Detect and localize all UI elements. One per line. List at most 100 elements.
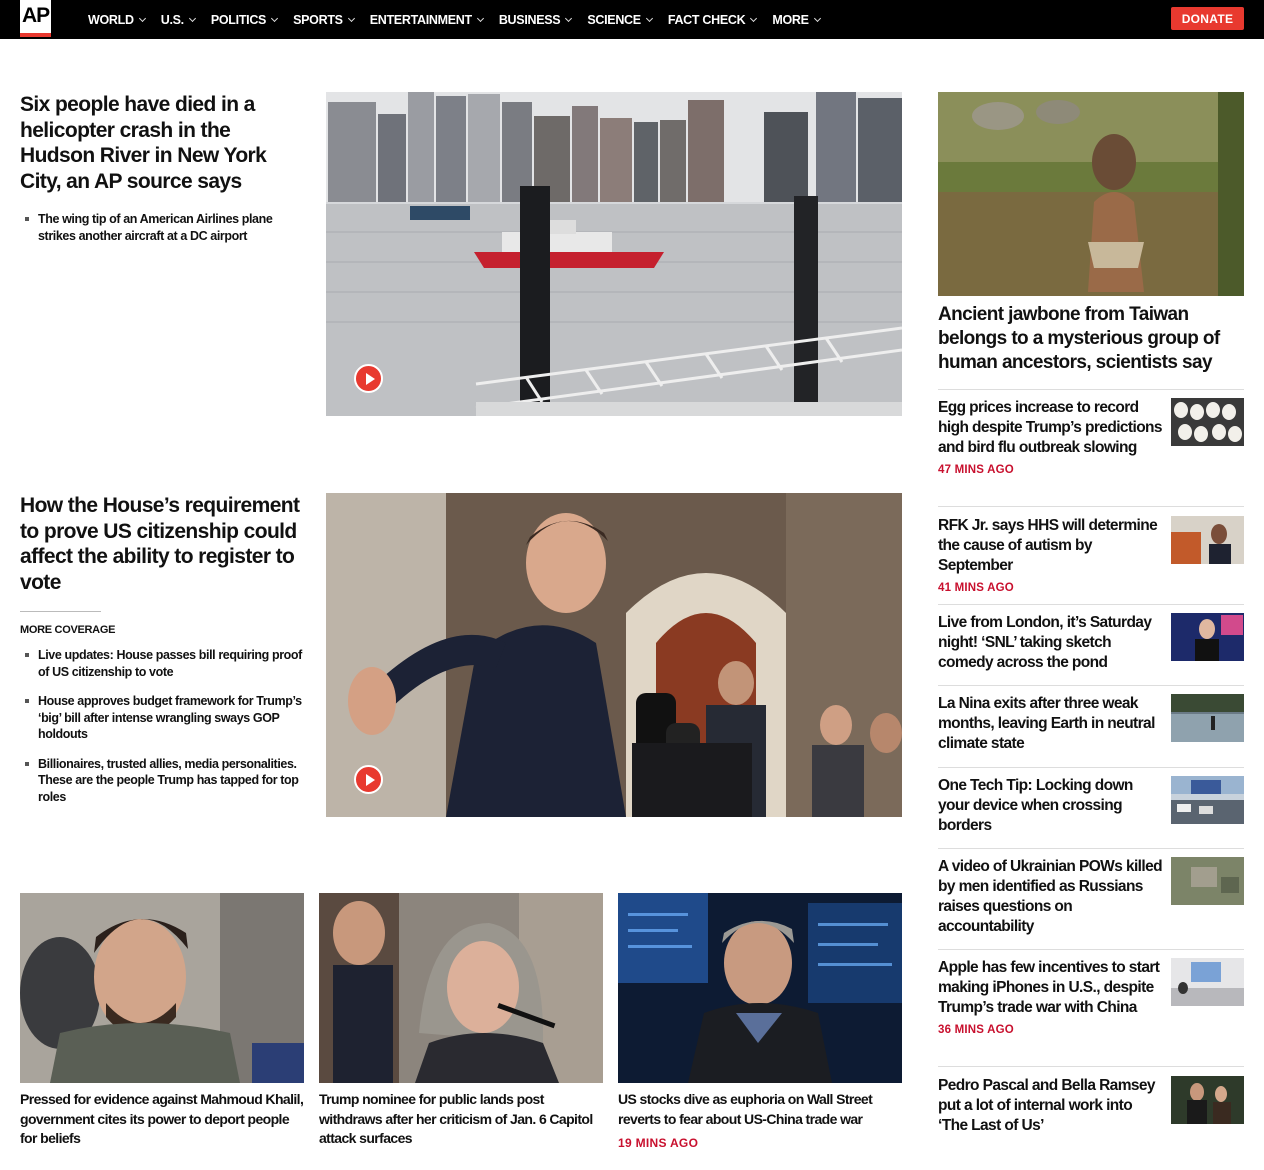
rail-headline[interactable]: A video of Ukrainian POWs killed by men … [938, 857, 1163, 937]
timestamp: 19 MINS AGO [618, 1136, 699, 1150]
play-icon[interactable] [354, 364, 383, 393]
lead-photo-house-speaker[interactable] [326, 493, 902, 817]
rail-thumbnail[interactable] [1171, 398, 1244, 446]
nav-item-more[interactable]: MORE [772, 12, 821, 27]
nav-item-label: SPORTS [293, 12, 343, 27]
nav-item-politics[interactable]: POLITICS [210, 12, 279, 27]
press-conference-image [326, 493, 902, 817]
nav-item-label: SCIENCE [587, 12, 641, 27]
lead-photo-helicopter[interactable] [326, 92, 902, 416]
chevron-down-icon [188, 14, 196, 22]
related-link[interactable]: The wing tip of an American Airlines pla… [20, 211, 305, 244]
chevron-down-icon [271, 14, 279, 22]
chevron-down-icon [565, 14, 573, 22]
logo-underline [20, 33, 51, 37]
rail-item[interactable]: RFK Jr. says HHS will determine the caus… [938, 516, 1244, 594]
nav-item-label: MORE [772, 12, 809, 27]
rail-item[interactable]: La Nina exits after three weak months, l… [938, 694, 1244, 754]
nav-item-label: BUSINESS [498, 12, 561, 27]
card-photo-nominee[interactable] [319, 893, 603, 1083]
divider [938, 506, 1244, 507]
divider [938, 604, 1244, 605]
rail-item[interactable]: Egg prices increase to record high despi… [938, 398, 1244, 476]
card-photo-stocks[interactable] [618, 893, 902, 1083]
la-nina-thumbnail-image [1171, 694, 1244, 742]
rail-headline[interactable]: Pedro Pascal and Bella Ramsey put a lot … [938, 1076, 1163, 1136]
lead-headline[interactable]: Six people have died in a helicopter cra… [20, 92, 305, 194]
nav-menu: WORLD U.S. POLITICS SPORTS ENTERTAINMENT… [88, 0, 836, 39]
card-headline[interactable]: Trump nominee for public lands post with… [319, 1090, 604, 1149]
rail-feature-headline[interactable]: Ancient jawbone from Taiwan belongs to a… [938, 303, 1238, 375]
rail-headline[interactable]: Apple has few incentives to start making… [938, 958, 1163, 1018]
timestamp: 47 MINS AGO [938, 464, 1014, 476]
hearing-image [319, 893, 603, 1083]
related-link[interactable]: Live updates: House passes bill requirin… [20, 647, 305, 680]
border-thumbnail-image [1171, 776, 1244, 824]
rail-thumbnail[interactable] [1171, 694, 1244, 742]
rail-headline[interactable]: RFK Jr. says HHS will determine the caus… [938, 516, 1163, 576]
nav-item-business[interactable]: BUSINESS [498, 12, 573, 27]
divider [938, 949, 1244, 950]
lead-headline[interactable]: How the House’s requirement to prove US … [20, 493, 305, 595]
timestamp: 36 MINS AGO [938, 1024, 1014, 1036]
rail-headline[interactable]: Live from London, it’s Saturday night! ‘… [938, 613, 1163, 673]
rail-headline[interactable]: La Nina exits after three weak months, l… [938, 694, 1163, 754]
card-photo-khalil[interactable] [20, 893, 304, 1083]
rail-headline[interactable]: Egg prices increase to record high despi… [938, 398, 1163, 458]
timestamp: 41 MINS AGO [938, 582, 1014, 594]
divider [938, 1066, 1244, 1067]
play-icon[interactable] [354, 765, 383, 794]
river-skyline-image [326, 92, 902, 416]
related-links: Live updates: House passes bill requirin… [20, 647, 305, 818]
protest-image [20, 893, 304, 1083]
nav-item-label: U.S. [160, 12, 184, 27]
donate-button[interactable]: DONATE [1171, 7, 1244, 30]
card-headline[interactable]: US stocks dive as euphoria on Wall Stree… [618, 1090, 903, 1129]
nav-item-entertainment[interactable]: ENTERTAINMENT [369, 12, 484, 27]
rail-thumbnail[interactable] [1171, 516, 1244, 564]
drone-footage-thumbnail-image [1171, 857, 1244, 905]
rail-item[interactable]: Apple has few incentives to start making… [938, 958, 1244, 1036]
rail-thumbnail[interactable] [1171, 958, 1244, 1006]
divider [20, 611, 101, 612]
logo-text: AP [22, 4, 50, 27]
nav-item-fact-check[interactable]: FACT CHECK [667, 12, 758, 27]
chevron-down-icon [813, 14, 821, 22]
apple-store-thumbnail-image [1171, 958, 1244, 1006]
rail-thumbnail[interactable] [1171, 1076, 1244, 1124]
trading-floor-image [618, 893, 902, 1083]
ap-logo[interactable]: AP [20, 0, 51, 37]
card-headline[interactable]: Pressed for evidence against Mahmoud Kha… [20, 1090, 305, 1149]
snl-thumbnail-image [1171, 613, 1244, 661]
rail-item[interactable]: A video of Ukrainian POWs killed by men … [938, 857, 1244, 937]
rail-item[interactable]: Pedro Pascal and Bella Ramsey put a lot … [938, 1076, 1244, 1136]
related-link[interactable]: House approves budget framework for Trum… [20, 693, 305, 743]
nav-item-label: WORLD [88, 12, 134, 27]
rail-item[interactable]: Live from London, it’s Saturday night! ‘… [938, 613, 1244, 673]
chevron-down-icon [347, 14, 355, 22]
rail-item[interactable]: One Tech Tip: Locking down your device w… [938, 776, 1244, 836]
nav-item-label: FACT CHECK [667, 12, 746, 27]
related-link[interactable]: Billionaires, trusted allies, media pers… [20, 756, 305, 806]
divider [938, 848, 1244, 849]
nav-item-sports[interactable]: SPORTS [293, 12, 355, 27]
rail-thumbnail[interactable] [1171, 857, 1244, 905]
rail-headline[interactable]: One Tech Tip: Locking down your device w… [938, 776, 1163, 836]
top-nav: AP WORLD U.S. POLITICS SPORTS ENTERTAINM… [0, 0, 1264, 39]
nav-item-world[interactable]: WORLD [88, 12, 146, 27]
rfk-thumbnail-image [1171, 516, 1244, 564]
nav-item-science[interactable]: SCIENCE [587, 12, 653, 27]
divider [938, 389, 1244, 390]
rail-feature-photo[interactable] [938, 92, 1244, 296]
rail-thumbnail[interactable] [1171, 776, 1244, 824]
nav-item-label: POLITICS [210, 12, 267, 27]
divider [938, 767, 1244, 768]
last-of-us-thumbnail-image [1171, 1076, 1244, 1124]
rail-thumbnail[interactable] [1171, 613, 1244, 661]
chevron-down-icon [138, 14, 146, 22]
nav-item-label: ENTERTAINMENT [369, 12, 472, 27]
related-links: The wing tip of an American Airlines pla… [20, 211, 305, 257]
nav-item-us[interactable]: U.S. [160, 12, 196, 27]
chevron-down-icon [476, 14, 484, 22]
eggs-thumbnail-image [1171, 398, 1244, 446]
